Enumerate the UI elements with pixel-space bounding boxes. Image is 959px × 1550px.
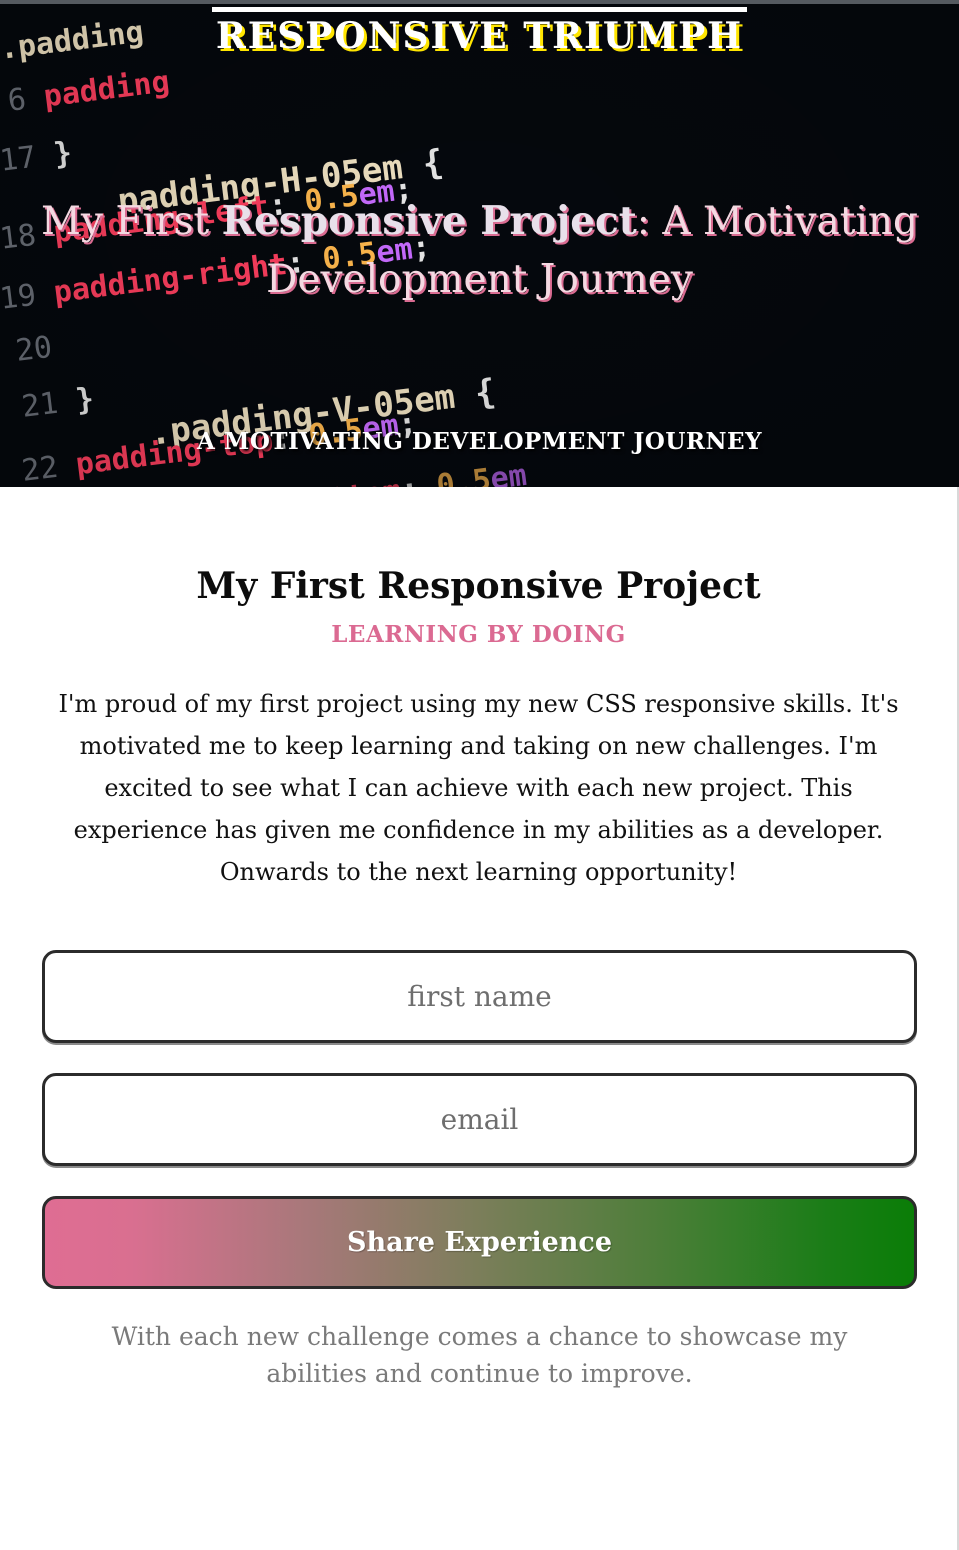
main-content: My First Responsive Project LEARNING BY … (0, 487, 959, 1550)
closing-text: With each new challenge comes a chance t… (111, 1322, 848, 1388)
hero-title: My First Responsive Project: A Motivatin… (20, 192, 939, 309)
hero-title-emphasis: Responsive Project (221, 198, 637, 244)
project-title: My First Responsive Project (196, 565, 761, 607)
hero-title-prefix: My First (40, 199, 222, 244)
brand-logo[interactable]: RESPONSIVE TRIUMPH (212, 7, 747, 54)
email-input[interactable] (42, 1073, 917, 1166)
hero-banner: .padding 6 padding 17 } padding-H-05em {… (0, 0, 959, 487)
project-description: I'm proud of my first project using my n… (58, 690, 899, 886)
first-name-input[interactable] (42, 950, 917, 1043)
hero-tagline: A MOTIVATING DEVELOPMENT JOURNEY (197, 428, 762, 455)
project-subtitle: LEARNING BY DOING (331, 621, 626, 648)
share-experience-button[interactable]: Share Experience (42, 1196, 917, 1289)
